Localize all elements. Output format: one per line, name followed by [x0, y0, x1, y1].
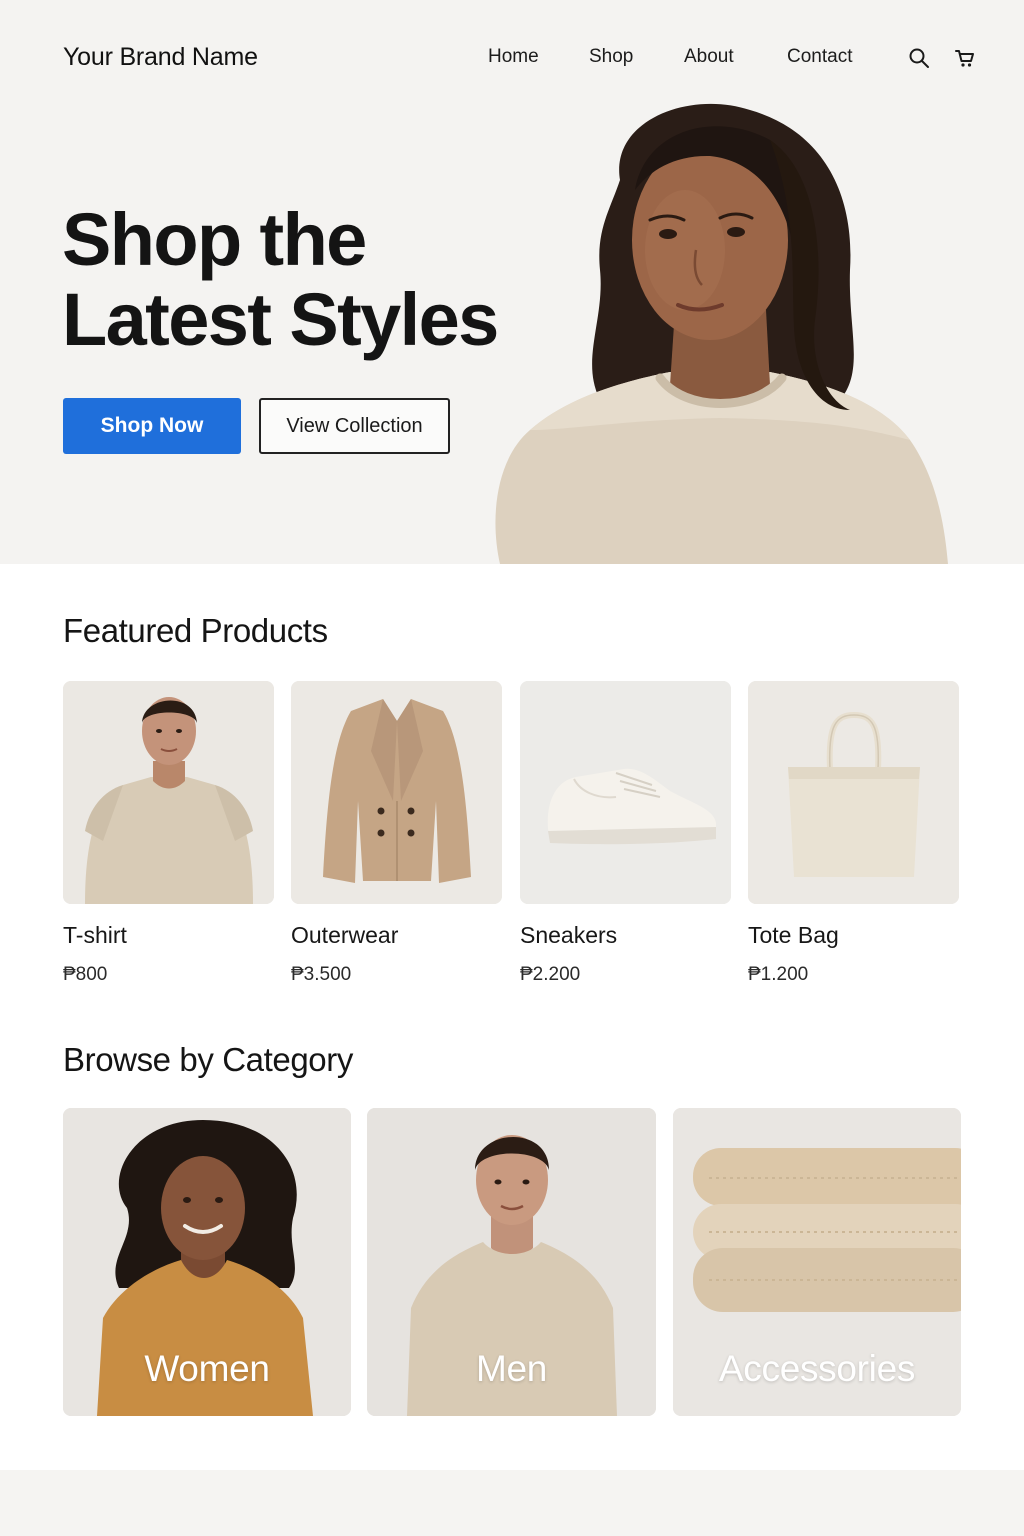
category-card-accessories[interactable]: Accessories	[673, 1108, 961, 1416]
product-price: ₱2.200	[520, 964, 581, 985]
featured-products-title: Featured Products	[63, 612, 328, 649]
category-label-women: Women	[144, 1348, 270, 1389]
product-price: ₱1.200	[748, 964, 809, 985]
hero-section: Your Brand Name Home Shop About Contact …	[0, 0, 1024, 564]
category-card-women[interactable]: Women	[63, 1108, 351, 1416]
shop-now-button[interactable]: Shop Now	[63, 398, 241, 454]
nav-links: Home Shop About Contact	[0, 46, 1024, 72]
category-label-accessories: Accessories	[718, 1348, 916, 1389]
product-image-sneakers	[520, 681, 731, 904]
cart-icon[interactable]	[954, 47, 976, 69]
browse-by-category-title: Browse by Category	[63, 1041, 353, 1078]
product-price: ₱3.500	[291, 964, 352, 985]
product-card-outerwear[interactable]: Outerwear ₱3.500	[291, 681, 504, 991]
product-name: Tote Bag	[748, 922, 839, 948]
nav-link-shop[interactable]: Shop	[589, 46, 633, 68]
hero-model-image	[495, 103, 948, 564]
product-image-outerwear	[291, 681, 502, 904]
view-collection-button[interactable]: View Collection	[259, 398, 450, 454]
hero-title: Shop the Latest Styles	[62, 198, 499, 361]
product-card-sneakers[interactable]: Sneakers ₱2.200	[520, 681, 733, 991]
product-price: ₱800	[63, 964, 108, 985]
hero-title-line-2: Latest Styles	[62, 278, 499, 361]
nav-link-about[interactable]: About	[684, 46, 734, 68]
category-card-men[interactable]: Men	[367, 1108, 656, 1416]
product-image-tshirt	[63, 681, 274, 904]
product-name: Sneakers	[520, 922, 618, 948]
category-label-men: Men	[475, 1348, 548, 1389]
footer	[0, 1470, 1024, 1536]
product-name: T-shirt	[63, 922, 127, 948]
product-card-tote-bag[interactable]: Tote Bag ₱1.200	[748, 681, 961, 991]
product-image-tote-bag	[748, 681, 959, 904]
hero-title-line-1: Shop the	[62, 198, 367, 281]
search-icon[interactable]	[908, 47, 930, 69]
nav-link-contact[interactable]: Contact	[787, 46, 852, 68]
nav-link-home[interactable]: Home	[488, 46, 539, 68]
product-card-tshirt[interactable]: T-shirt ₱800	[63, 681, 276, 991]
product-name: Outerwear	[291, 922, 399, 948]
